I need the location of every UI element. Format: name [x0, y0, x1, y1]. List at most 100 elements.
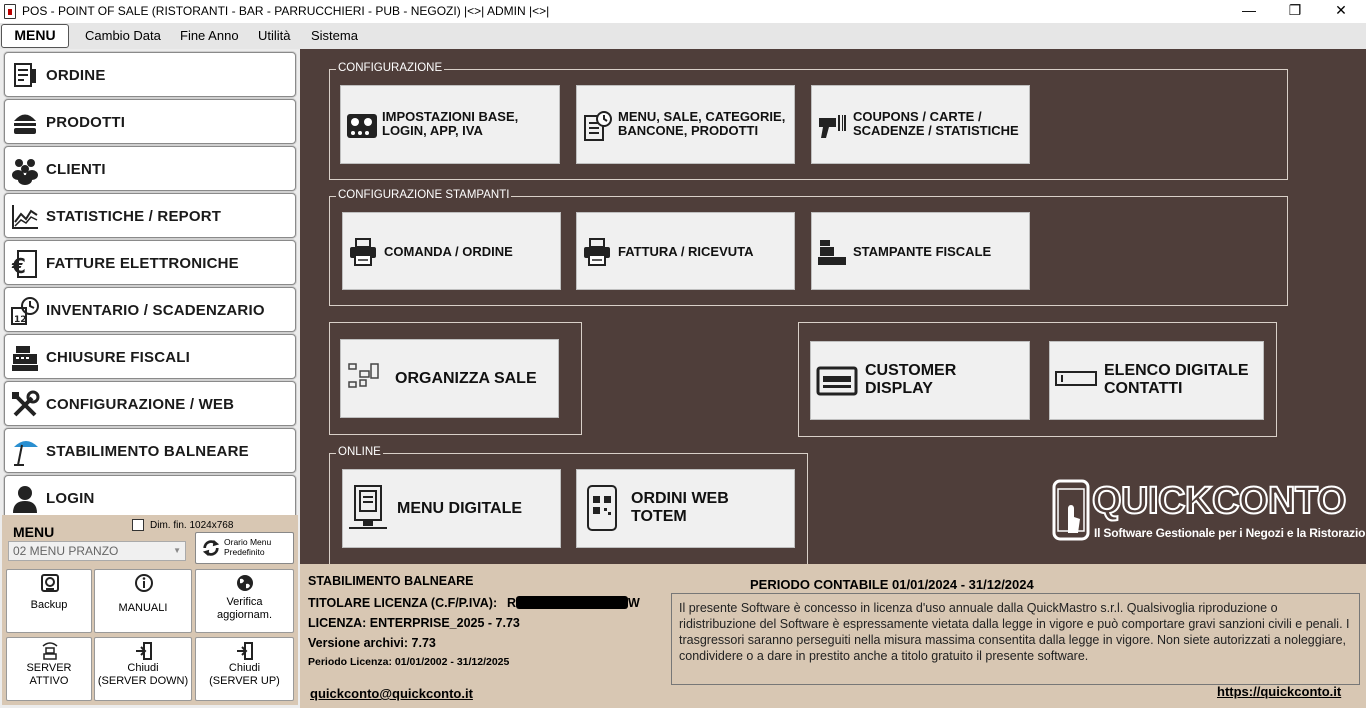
comanda-ordine-button[interactable]: COMANDA / ORDINE	[342, 212, 561, 290]
euro-invoice-icon: €	[11, 250, 37, 278]
versione-archivi: Versione archivi: 7.73	[308, 636, 436, 650]
periodo-contabile: PERIODO CONTABILE 01/01/2024 - 31/12/202…	[750, 577, 1034, 592]
verifica-aggiornamenti-button[interactable]: Verifica aggiornam.	[195, 569, 294, 633]
manuali-button[interactable]: MANUALI	[94, 569, 192, 633]
email-link[interactable]: quickconto@quickconto.it	[310, 686, 473, 701]
chiudi-server-down-button[interactable]: Chiudi (SERVER DOWN)	[94, 637, 192, 701]
sidebar-item-label: CHIUSURE FISCALI	[46, 349, 191, 366]
svg-text:€: €	[11, 254, 26, 278]
license-notice: Il presente Software è concesso in licen…	[671, 593, 1360, 685]
burger-icon	[14, 114, 36, 134]
button-label: MENU DIGITALE	[397, 500, 523, 517]
barcode-scanner-icon	[819, 115, 846, 138]
menu-button[interactable]: MENU	[1, 24, 69, 48]
group-title: CONFIGURAZIONE	[336, 62, 445, 74]
refresh-icon	[202, 539, 220, 557]
organizza-sale-button[interactable]: ORGANIZZA SALE	[340, 339, 559, 418]
minimize-button[interactable]: —	[1226, 0, 1272, 23]
close-button[interactable]: ✕	[1318, 0, 1364, 23]
impostazioni-base-button[interactable]: IMPOSTAZIONI BASE, LOGIN, APP, IVA	[340, 85, 560, 164]
menu-select[interactable]: 02 MENU PRANZO ▼	[8, 541, 186, 561]
kiosk-icon	[349, 485, 387, 529]
calendar-clock-icon: 12	[11, 297, 39, 325]
button-label: COUPONS / CARTE / SCADENZE / STATISTICHE	[853, 109, 1019, 138]
elenco-digitale-contatti-button[interactable]: ELENCO DIGITALE CONTATTI	[1049, 341, 1264, 420]
orario-menu-label: Orario Menu Predefinito	[224, 537, 272, 557]
sidebar-item-label: INVENTARIO / SCADENZARIO	[46, 302, 265, 319]
ordini-web-totem-button[interactable]: ORDINI WEB TOTEM	[576, 469, 795, 548]
sidebar-item-label: PRODOTTI	[46, 114, 126, 131]
website-link[interactable]: https://quickconto.it	[1217, 684, 1341, 699]
window-size-checkbox-label: Dim. fin. 1024x768	[150, 520, 234, 531]
redacted-block	[516, 596, 628, 609]
umbrella-icon	[14, 441, 38, 466]
window-size-checkbox[interactable]	[132, 519, 144, 531]
periodo-licenza: Periodo Licenza: 01/01/2002 - 31/12/2025	[308, 656, 510, 668]
sidebar-item-configurazione[interactable]: CONFIGURAZIONE / WEB	[4, 381, 296, 426]
app-icon	[4, 4, 16, 19]
sidebar-item-stabilimento[interactable]: STABILIMENTO BALNEARE	[4, 428, 296, 473]
menu-sale-categorie-button[interactable]: MENU, SALE, CATEGORIE, BANCONE, PRODOTTI	[576, 85, 795, 164]
titolare-licenza-suffix: W	[628, 596, 640, 610]
license-info-panel: STABILIMENTO BALNEARE PERIODO CONTABILE …	[300, 564, 1366, 708]
people-icon	[12, 159, 38, 185]
maximize-button[interactable]: ❐	[1272, 0, 1318, 23]
button-label: IMPOSTAZIONI BASE, LOGIN, APP, IVA	[382, 109, 519, 138]
tile-label: Backup	[30, 599, 68, 611]
sidebar-item-label: ORDINE	[46, 67, 106, 84]
fattura-ricevuta-button[interactable]: FATTURA / RICEVUTA	[576, 212, 795, 290]
cash-register-icon	[12, 346, 38, 371]
button-label: ORGANIZZA SALE	[395, 370, 537, 387]
button-label: FATTURA / RICEVUTA	[618, 244, 754, 259]
sidebar-item-prodotti[interactable]: PRODOTTI	[4, 99, 296, 144]
stampante-fiscale-button[interactable]: STAMPANTE FISCALE	[811, 212, 1030, 290]
backup-button[interactable]: Backup	[6, 569, 92, 633]
sidebar-item-ordine[interactable]: ORDINE	[4, 52, 296, 97]
menu-item-cambio-data[interactable]: Cambio Data	[85, 28, 161, 43]
menu-digitale-button[interactable]: MENU DIGITALE	[342, 469, 561, 548]
sidebar-item-clienti[interactable]: CLIENTI	[4, 146, 296, 191]
fiscal-printer-icon	[818, 240, 846, 265]
menu-list-clock-icon	[584, 111, 612, 141]
menu-item-utilita[interactable]: Utilità	[258, 28, 291, 43]
title-bar: POS - POINT OF SALE (RISTORANTI - BAR - …	[0, 0, 1366, 23]
titolare-licenza-label: TITOLARE LICENZA (C.F/P.IVA):	[308, 596, 498, 610]
orario-menu-button[interactable]: Orario Menu Predefinito	[195, 532, 294, 564]
main-panel: CONFIGURAZIONE IMPOSTAZIONI BASE, LOGIN, …	[300, 49, 1366, 573]
chiudi-server-up-button[interactable]: Chiudi (SERVER UP)	[195, 637, 294, 701]
tile-label: MANUALI	[118, 602, 168, 614]
backup-icon	[41, 574, 59, 592]
licenza-text: LICENZA: ENTERPRISE_2025 - 7.73	[308, 616, 520, 630]
sidebar-item-inventario[interactable]: 12 INVENTARIO / SCADENZARIO	[4, 287, 296, 332]
menu-item-fine-anno[interactable]: Fine Anno	[180, 28, 239, 43]
logo-brand: QUICKCONTO	[1091, 479, 1347, 523]
menu-select-value: 02 MENU PRANZO	[13, 544, 119, 558]
sidebar-item-label: STATISTICHE / REPORT	[46, 208, 222, 225]
window-title: POS - POINT OF SALE (RISTORANTI - BAR - …	[22, 4, 550, 18]
globe-icon	[237, 575, 253, 591]
menu-panel: MENU Dim. fin. 1024x768 02 MENU PRANZO ▼…	[2, 515, 298, 705]
group-title: CONFIGURAZIONE STAMPANTI	[336, 189, 512, 201]
customer-display-button[interactable]: CUSTOMER DISPLAY	[810, 341, 1030, 420]
sidebar-item-login[interactable]: LOGIN	[4, 475, 296, 520]
sidebar-item-fatture[interactable]: € FATTURE ELETTRONICHE	[4, 240, 296, 285]
sidebar-item-label: STABILIMENTO BALNEARE	[46, 443, 249, 460]
svg-text:12: 12	[14, 315, 27, 325]
qr-phone-icon	[587, 485, 617, 531]
sidebar-item-statistiche[interactable]: STATISTICHE / REPORT	[4, 193, 296, 238]
coupons-carte-button[interactable]: COUPONS / CARTE / SCADENZE / STATISTICHE	[811, 85, 1030, 164]
menu-bar: MENU Cambio Data Fine Anno Utilità Siste…	[0, 23, 1366, 49]
exit-icon	[136, 642, 152, 660]
sidebar-item-chiusure[interactable]: CHIUSURE FISCALI	[4, 334, 296, 379]
touch-phone-logo-icon	[1052, 479, 1090, 541]
server-attivo-button[interactable]: SERVER ATTIVO	[6, 637, 92, 701]
sidebar-item-label: FATTURE ELETTRONICHE	[46, 255, 239, 272]
server-icon	[42, 642, 58, 660]
floor-plan-icon	[348, 363, 379, 388]
info-icon	[135, 574, 153, 592]
order-icon	[14, 63, 36, 87]
chevron-down-icon: ▼	[173, 546, 181, 555]
printer-icon	[584, 238, 610, 266]
menu-panel-title: MENU	[13, 524, 55, 540]
menu-item-sistema[interactable]: Sistema	[311, 28, 358, 43]
